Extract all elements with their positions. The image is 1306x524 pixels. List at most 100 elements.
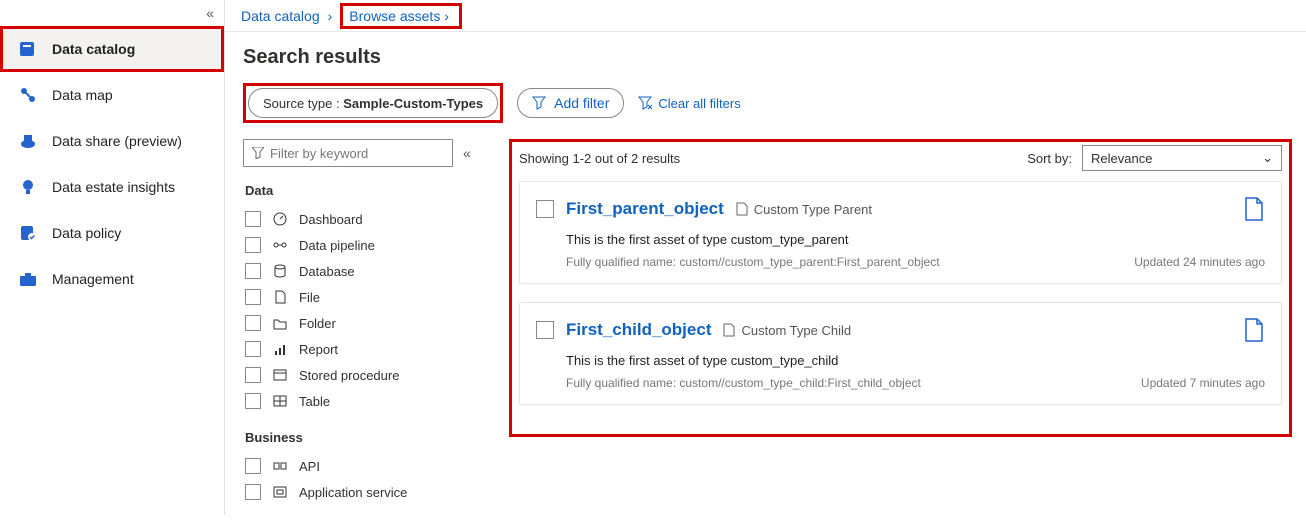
- facet-item[interactable]: Report: [243, 336, 485, 362]
- nav-item-management[interactable]: Management: [0, 256, 224, 302]
- result-description: This is the first asset of type custom_t…: [566, 353, 1265, 368]
- result-updated: Updated 7 minutes ago: [1141, 376, 1265, 390]
- facet-type-icon: [271, 366, 289, 384]
- nav-item-catalog[interactable]: Data catalog: [0, 26, 224, 72]
- result-description: This is the first asset of type custom_t…: [566, 232, 1265, 247]
- breadcrumb: Data catalog › Browse assets ›: [225, 0, 1306, 32]
- checkbox[interactable]: [245, 367, 261, 383]
- results-count-text: Showing 1-2 out of 2 results: [519, 151, 680, 166]
- facet-item[interactable]: Dashboard: [243, 206, 485, 232]
- nav-label: Data catalog: [52, 41, 135, 57]
- facet-type-icon: [271, 340, 289, 358]
- facet-item[interactable]: Data pipeline: [243, 232, 485, 258]
- facet-label: Report: [299, 342, 338, 357]
- facet-label: Stored procedure: [299, 368, 399, 383]
- add-filter-label: Add filter: [554, 95, 609, 111]
- nav-label: Management: [52, 271, 134, 287]
- nav-item-policy[interactable]: Data policy: [0, 210, 224, 256]
- result-fqn: Fully qualified name: custom//custom_typ…: [566, 255, 940, 269]
- nav-label: Data map: [52, 87, 113, 103]
- filter-key: Source type: [263, 96, 332, 111]
- add-filter-button[interactable]: Add filter: [517, 88, 624, 118]
- facet-item[interactable]: Folder: [243, 310, 485, 336]
- checkbox[interactable]: [245, 484, 261, 500]
- breadcrumb-root[interactable]: Data catalog: [241, 8, 320, 24]
- facet-label: Table: [299, 394, 330, 409]
- chevron-right-icon: ›: [328, 8, 333, 24]
- filter-keyword-input[interactable]: Filter by keyword: [243, 139, 453, 167]
- facet-item[interactable]: Database: [243, 258, 485, 284]
- facet-type-icon: [271, 210, 289, 228]
- filter-placeholder: Filter by keyword: [270, 146, 368, 161]
- funnel-clear-icon: [638, 96, 652, 110]
- bulb-icon: [18, 177, 38, 197]
- nav-item-map[interactable]: Data map: [0, 72, 224, 118]
- result-type: Custom Type Parent: [736, 202, 872, 217]
- facet-item[interactable]: Stored procedure: [243, 362, 485, 388]
- sort-label: Sort by:: [1027, 151, 1072, 166]
- facet-label: Database: [299, 264, 355, 279]
- result-checkbox[interactable]: [536, 200, 554, 218]
- nav-item-insights[interactable]: Data estate insights: [0, 164, 224, 210]
- facet-type-icon: [271, 457, 289, 475]
- policy-icon: [18, 223, 38, 243]
- facet-type-icon: [271, 262, 289, 280]
- facet-group-data: Data: [245, 183, 485, 198]
- document-icon: [1243, 317, 1265, 343]
- facet-label: Dashboard: [299, 212, 363, 227]
- result-card: First_parent_object Custom Type Parent Thi…: [519, 181, 1282, 284]
- checkbox[interactable]: [245, 315, 261, 331]
- breadcrumb-current[interactable]: Browse assets ›: [345, 8, 457, 24]
- facet-label: Folder: [299, 316, 336, 331]
- result-title-link[interactable]: First_child_object: [566, 320, 711, 340]
- share-icon: [18, 131, 38, 151]
- applied-filter-chip[interactable]: Source type : Sample-Custom-Types: [248, 88, 498, 118]
- facet-type-icon: [271, 483, 289, 501]
- nav-collapse-button[interactable]: «: [0, 0, 224, 26]
- checkbox[interactable]: [245, 211, 261, 227]
- chevron-right-icon: ›: [444, 8, 449, 24]
- facet-label: API: [299, 459, 320, 474]
- facet-type-icon: [271, 288, 289, 306]
- document-icon: [1243, 196, 1265, 222]
- result-fqn: Fully qualified name: custom//custom_typ…: [566, 376, 921, 390]
- result-title-link[interactable]: First_parent_object: [566, 199, 724, 219]
- sort-dropdown[interactable]: Relevance ⌄: [1082, 145, 1282, 171]
- facet-item[interactable]: Application service: [243, 479, 485, 505]
- checkbox[interactable]: [245, 341, 261, 357]
- facet-type-icon: [271, 392, 289, 410]
- sort-value: Relevance: [1091, 151, 1152, 166]
- facet-label: Data pipeline: [299, 238, 375, 253]
- nav-item-share[interactable]: Data share (preview): [0, 118, 224, 164]
- book-icon: [18, 39, 38, 59]
- checkbox[interactable]: [245, 458, 261, 474]
- facet-item[interactable]: Table: [243, 388, 485, 414]
- clear-filters-label: Clear all filters: [658, 96, 740, 111]
- chevron-down-icon: ⌄: [1262, 150, 1273, 166]
- facet-panel: Filter by keyword « Data Dashboard Data p…: [225, 135, 495, 515]
- breadcrumb-current-label: Browse assets: [349, 8, 440, 24]
- nav-label: Data policy: [52, 225, 121, 241]
- nav-label: Data share (preview): [52, 133, 182, 149]
- file-icon: [723, 323, 735, 337]
- filter-sep: :: [332, 96, 343, 111]
- map-icon: [18, 85, 38, 105]
- funnel-icon: [252, 147, 264, 159]
- checkbox[interactable]: [245, 263, 261, 279]
- filter-value: Sample-Custom-Types: [343, 96, 483, 111]
- nav-label: Data estate insights: [52, 179, 175, 195]
- funnel-add-icon: [532, 96, 546, 110]
- checkbox[interactable]: [245, 237, 261, 253]
- file-icon: [736, 202, 748, 216]
- facet-item[interactable]: File: [243, 284, 485, 310]
- result-checkbox[interactable]: [536, 321, 554, 339]
- facet-type-icon: [271, 314, 289, 332]
- clear-filters-button[interactable]: Clear all filters: [638, 96, 740, 111]
- checkbox[interactable]: [245, 393, 261, 409]
- facet-collapse-button[interactable]: «: [463, 145, 471, 161]
- toolbox-icon: [18, 269, 38, 289]
- facet-item[interactable]: API: [243, 453, 485, 479]
- facet-type-icon: [271, 236, 289, 254]
- checkbox[interactable]: [245, 289, 261, 305]
- result-type: Custom Type Child: [723, 323, 851, 338]
